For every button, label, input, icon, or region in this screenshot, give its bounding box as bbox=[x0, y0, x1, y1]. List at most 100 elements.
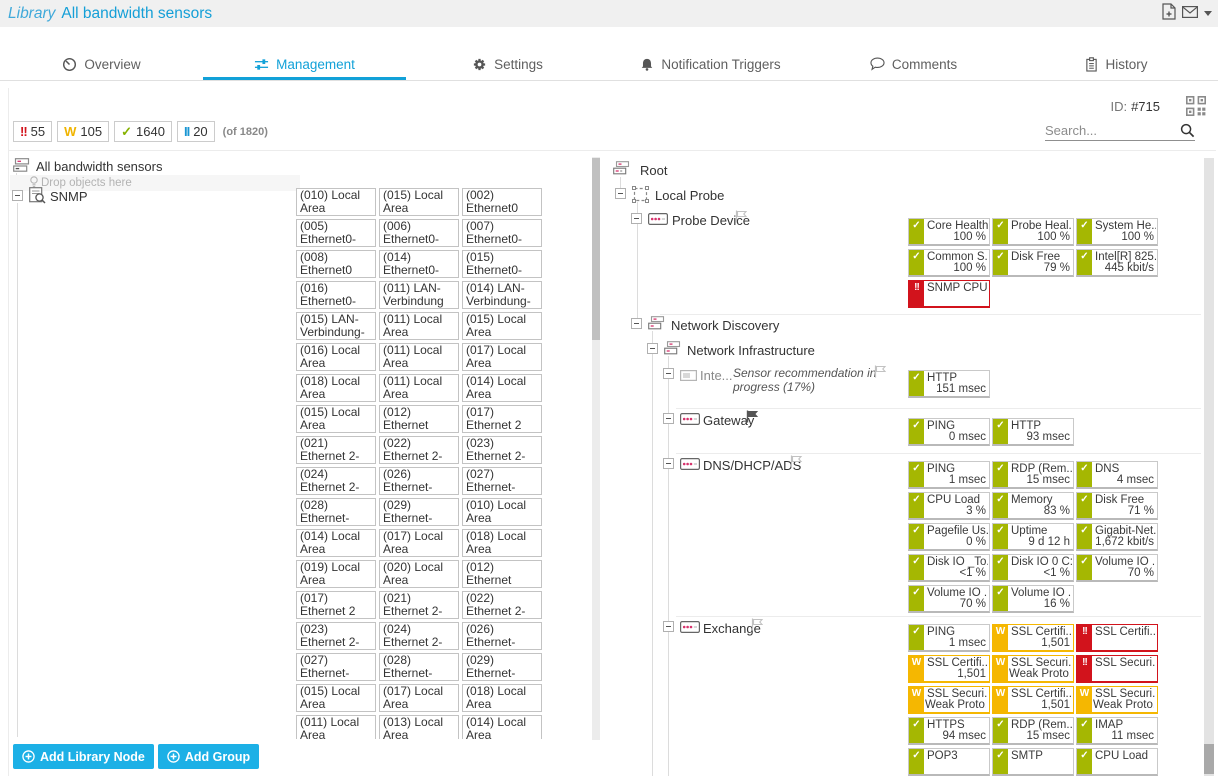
tree-node-dns-dhcp-ads[interactable]: DNS/DHCP/ADS bbox=[703, 458, 801, 473]
new-window-icon[interactable] bbox=[1162, 3, 1176, 25]
qr-code-icon[interactable] bbox=[1186, 96, 1206, 121]
sensor-box[interactable]: SSL Securi... Weak Proto... bbox=[992, 655, 1074, 683]
grid-sensor-item[interactable]: (017) Local Area bbox=[379, 529, 459, 557]
tab-management[interactable]: Management bbox=[203, 48, 406, 80]
grid-sensor-item[interactable]: (010) Local Area bbox=[462, 498, 542, 526]
status-badge-down[interactable]: !!55 bbox=[13, 121, 52, 142]
right-scrollbar-track[interactable] bbox=[1204, 158, 1214, 776]
add-group-button[interactable]: Add Group bbox=[158, 744, 259, 769]
sensor-box[interactable]: Volume IO ... 70 % bbox=[908, 585, 990, 613]
sensor-box[interactable]: SMTP bbox=[992, 748, 1074, 776]
sensor-box[interactable]: IMAP 11 msec bbox=[1076, 717, 1158, 745]
sensor-box[interactable]: Disk IO 0 C: <1 % bbox=[992, 554, 1074, 582]
sensor-box[interactable]: SSL Certifi... bbox=[1076, 624, 1158, 652]
grid-sensor-item[interactable]: (016) Ethernet0-WFP 802.3 bbox=[296, 281, 376, 309]
grid-sensor-item[interactable]: (016) Local Area bbox=[296, 343, 376, 371]
sensor-box[interactable]: Probe Heal... 100 % bbox=[992, 218, 1074, 246]
grid-sensor-item[interactable]: (021) Ethernet 2-Network bbox=[296, 436, 376, 464]
gateway-expander[interactable] bbox=[663, 413, 674, 424]
grid-sensor-item[interactable]: (024) Ethernet 2-WFP Native bbox=[296, 467, 376, 495]
sensor-box[interactable]: PING 1 msec bbox=[908, 461, 990, 489]
sensor-box[interactable]: Disk IO _To... <1 % bbox=[908, 554, 990, 582]
status-badge-paused[interactable]: II20 bbox=[177, 121, 215, 142]
sensor-box[interactable]: PING 1 msec bbox=[908, 624, 990, 652]
sensor-box[interactable]: Uptime 9 d 12 h bbox=[992, 523, 1074, 551]
tab-settings[interactable]: Settings bbox=[406, 48, 609, 80]
sensor-box[interactable]: PING 0 msec bbox=[908, 418, 990, 446]
sensor-box[interactable]: Gigabit-Net... 1,672 kbit/s bbox=[1076, 523, 1158, 551]
grid-sensor-item[interactable]: (015) Ethernet0-QoS Packet bbox=[462, 250, 542, 278]
snmp-node-expander[interactable] bbox=[12, 190, 23, 201]
sensor-box[interactable]: Pagefile Us... 0 % bbox=[908, 523, 990, 551]
sensor-box[interactable]: SSL Certifi... 1,501 bbox=[992, 624, 1074, 652]
sensor-box[interactable]: SSL Securi... Weak Proto... bbox=[1076, 686, 1158, 714]
sensor-box[interactable]: Memory 83 % bbox=[992, 492, 1074, 520]
grid-sensor-item[interactable]: (015) Local Area bbox=[379, 188, 459, 216]
grid-sensor-item[interactable]: (010) Local Area bbox=[296, 188, 376, 216]
dns-dhcp-ads-expander[interactable] bbox=[663, 458, 674, 469]
sensor-box[interactable]: SSL Securi... bbox=[1076, 655, 1158, 683]
grid-sensor-item[interactable]: (022) Ethernet 2-QoS Packet bbox=[462, 591, 542, 619]
sensor-box[interactable]: RDP (Rem... 15 msec bbox=[992, 717, 1074, 745]
grid-sensor-item[interactable]: (015) Local Area bbox=[462, 312, 542, 340]
sensor-box[interactable]: HTTPS 94 msec bbox=[908, 717, 990, 745]
right-scrollbar-thumb[interactable] bbox=[1204, 744, 1214, 774]
email-icon[interactable] bbox=[1182, 5, 1198, 23]
network-infrastructure-expander[interactable] bbox=[647, 343, 658, 354]
grid-sensor-item[interactable]: (017) Ethernet 2 Traffic bbox=[462, 405, 542, 433]
tree-node-network-discovery[interactable]: Network Discovery bbox=[671, 318, 779, 333]
sensor-box[interactable]: HTTP 151 msec bbox=[908, 370, 990, 398]
caret-down-icon[interactable] bbox=[1204, 11, 1212, 16]
sensor-box[interactable]: Volume IO ... 70 % bbox=[1076, 554, 1158, 582]
grid-sensor-item[interactable]: (006) Ethernet0-QoS Packet bbox=[379, 219, 459, 247]
exchange-expander[interactable] bbox=[663, 621, 674, 632]
status-badge-up[interactable]: ✓1640 bbox=[114, 121, 172, 142]
grid-sensor-item[interactable]: (002) Ethernet0 Traffic bbox=[462, 188, 542, 216]
grid-sensor-item[interactable]: (018) Local Area bbox=[462, 684, 542, 712]
grid-sensor-item[interactable]: (028) Ethernet-WFP 802.3 bbox=[296, 498, 376, 526]
grid-sensor-item[interactable]: (014) Local Area bbox=[462, 715, 542, 739]
sensor-box[interactable]: SSL Certifi... 1,501 bbox=[908, 655, 990, 683]
grid-sensor-item[interactable]: (027) Ethernet-QoS Packet bbox=[296, 653, 376, 681]
sensor-box[interactable]: CPU Load bbox=[1076, 748, 1158, 776]
grid-sensor-item[interactable]: (020) Local Area bbox=[379, 560, 459, 588]
middle-scrollbar-thumb[interactable] bbox=[592, 158, 600, 340]
grid-sensor-item[interactable]: (022) Ethernet 2-QoS Packet bbox=[379, 436, 459, 464]
sensor-box[interactable]: CPU Load 3 % bbox=[908, 492, 990, 520]
local-probe-expander[interactable] bbox=[615, 188, 626, 199]
grid-sensor-item[interactable]: (011) LAN-Verbindung bbox=[379, 281, 459, 309]
sensor-box[interactable]: SSL Securi... Weak Proto... bbox=[908, 686, 990, 714]
sensor-box[interactable]: Disk Free 79 % bbox=[992, 249, 1074, 277]
grid-sensor-item[interactable]: (024) Ethernet 2-WFP Native bbox=[379, 622, 459, 650]
probe-device-expander[interactable] bbox=[631, 213, 642, 224]
grid-sensor-item[interactable]: (018) Local Area bbox=[462, 529, 542, 557]
grid-sensor-item[interactable]: (021) Ethernet 2-Network bbox=[379, 591, 459, 619]
tab-notification-triggers[interactable]: Notification Triggers bbox=[609, 48, 812, 80]
tab-comments[interactable]: Comments bbox=[812, 48, 1015, 80]
grid-sensor-item[interactable]: (005) Ethernet0-WFP Native bbox=[296, 219, 376, 247]
grid-sensor-item[interactable]: (017) Ethernet 2 Traffic bbox=[296, 591, 376, 619]
grid-sensor-item[interactable]: (013) Local Area bbox=[379, 715, 459, 739]
tree-node-local-probe[interactable]: Local Probe bbox=[655, 188, 724, 203]
sensor-box[interactable]: Volume IO ... 16 % bbox=[992, 585, 1074, 613]
grid-sensor-item[interactable]: (018) Local Area bbox=[296, 374, 376, 402]
library-root-label[interactable]: All bandwidth sensors bbox=[36, 159, 162, 174]
sensor-box[interactable]: Disk Free 71 % bbox=[1076, 492, 1158, 520]
grid-sensor-item[interactable]: (023) Ethernet 2-WFP 802.3 bbox=[296, 622, 376, 650]
sensor-box[interactable]: RDP (Rem... 15 msec bbox=[992, 461, 1074, 489]
grid-sensor-item[interactable]: (029) Ethernet-WFP Native bbox=[462, 653, 542, 681]
tree-node-internet[interactable]: Inte... bbox=[700, 368, 733, 383]
sensor-box[interactable]: POP3 bbox=[908, 748, 990, 776]
network-discovery-expander[interactable] bbox=[631, 318, 642, 329]
sensor-box[interactable]: Core Health 100 % bbox=[908, 218, 990, 246]
grid-sensor-item[interactable]: (011) Local Area bbox=[379, 343, 459, 371]
grid-sensor-item[interactable]: (017) Local Area bbox=[462, 343, 542, 371]
search-input[interactable] bbox=[1045, 120, 1171, 140]
grid-sensor-item[interactable]: (015) Local Area bbox=[296, 684, 376, 712]
tree-node-root[interactable]: Root bbox=[640, 163, 667, 178]
grid-sensor-item[interactable]: (017) Local Area bbox=[379, 684, 459, 712]
grid-sensor-item[interactable]: (014) LAN-Verbindung-QoS bbox=[462, 281, 542, 309]
grid-sensor-item[interactable]: (029) Ethernet-WFP Native bbox=[379, 498, 459, 526]
grid-sensor-item[interactable]: (011) Local Area bbox=[296, 715, 376, 739]
tab-overview[interactable]: Overview bbox=[0, 48, 203, 80]
